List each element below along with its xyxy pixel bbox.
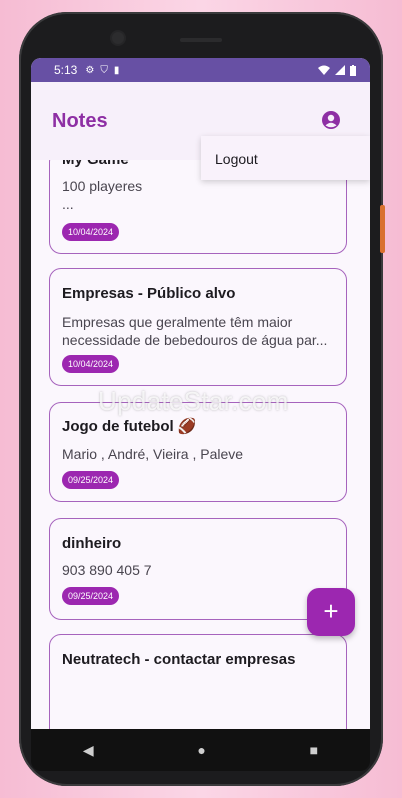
date-badge: 09/25/2024 <box>62 471 120 489</box>
note-card[interactable]: Neutratech - contactar empresas <box>49 634 347 729</box>
note-body: Mario , André, Vieira , Paleve <box>62 446 244 462</box>
settings-gear-icon: ⚙ <box>85 64 95 76</box>
home-icon[interactable]: ● <box>197 742 205 758</box>
back-icon[interactable]: ◀ <box>83 742 94 759</box>
app-title: Notes <box>52 110 108 132</box>
note-title: dinheiro <box>62 535 122 552</box>
overflow-menu: Logout <box>201 136 370 180</box>
notes-list[interactable]: My Game 100 playeres ... 10/04/2024 Empr… <box>31 160 370 729</box>
add-icon: + <box>323 596 339 626</box>
status-icons-left: ⚙ ⛉ ▮ <box>85 65 119 76</box>
battery-icon <box>350 64 356 76</box>
note-card[interactable]: Empresas - Público alvo Empresas que ger… <box>49 268 347 386</box>
account-circle-icon[interactable] <box>321 110 341 130</box>
earpiece-speaker <box>180 38 222 42</box>
note-title: My Game <box>62 160 129 168</box>
note-title: Empresas - Público alvo <box>62 285 236 302</box>
recents-icon[interactable]: ■ <box>310 742 318 758</box>
note-body: 100 playeres ... <box>62 178 143 212</box>
watermark: UpdateStar.com <box>98 386 289 416</box>
date-badge: 09/25/2024 <box>62 587 120 605</box>
note-title: Jogo de futebol 🏈 <box>62 418 197 435</box>
front-camera <box>112 32 124 44</box>
menu-item-logout[interactable]: Logout <box>215 151 258 167</box>
wifi-icon <box>318 65 330 75</box>
note-title: Neutratech - contactar empresas <box>62 651 296 668</box>
status-icons-right <box>318 64 356 76</box>
note-body: 903 890 405 7 <box>62 562 152 578</box>
note-card[interactable]: dinheiro 903 890 405 7 09/25/2024 <box>49 518 347 620</box>
note-body: Empresas que geralmente têm maior necess… <box>62 314 328 348</box>
date-badge: 10/04/2024 <box>62 223 120 241</box>
date-badge: 10/04/2024 <box>62 355 120 373</box>
system-nav-bar: ◀ ● ■ <box>31 729 370 771</box>
signal-icon <box>335 65 345 75</box>
status-time: 5:13 <box>54 63 78 77</box>
add-note-button[interactable]: + <box>307 588 355 636</box>
shield-icon: ⛉ <box>100 64 108 76</box>
phone-side-button <box>380 205 385 253</box>
sd-card-icon: ▮ <box>113 64 120 76</box>
note-card[interactable]: Jogo de futebol 🏈 Mario , André, Vieira … <box>49 402 347 502</box>
status-bar: 5:13 ⚙ ⛉ ▮ <box>31 58 370 82</box>
